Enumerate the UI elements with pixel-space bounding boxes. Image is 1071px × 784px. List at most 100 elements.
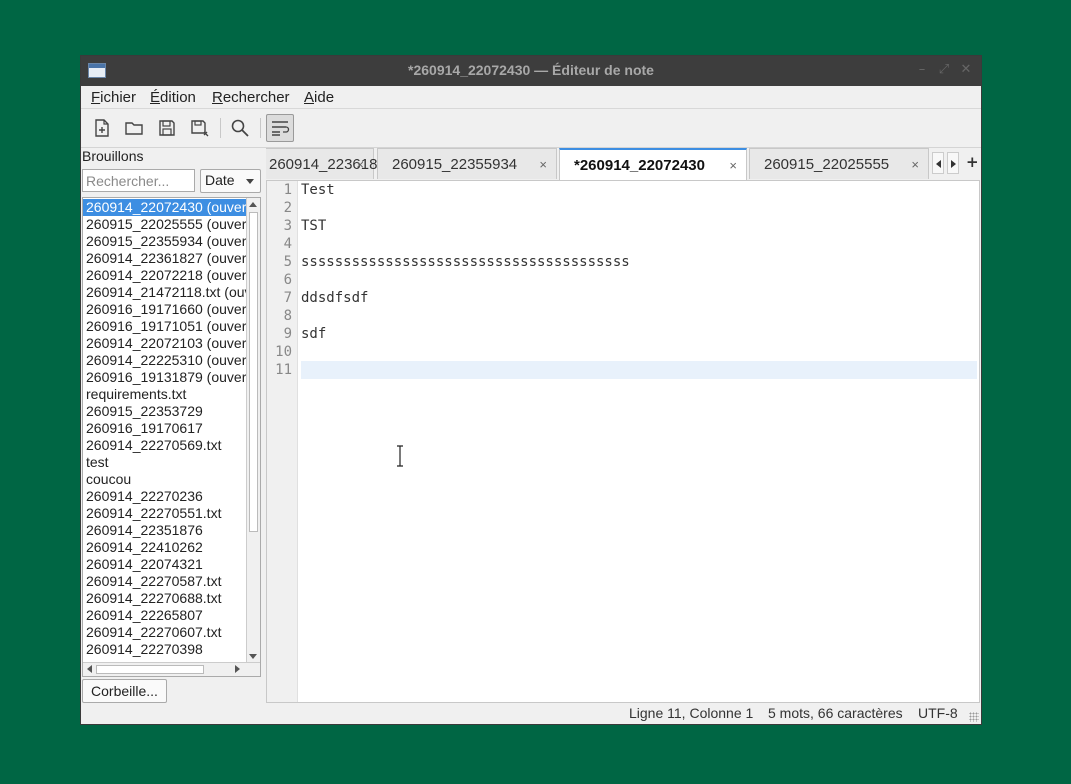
vertical-scrollbar[interactable] — [246, 198, 260, 663]
file-list[interactable]: 260914_22072430 (ouvert) 260915_22025555 … — [82, 197, 261, 677]
file-list-item[interactable]: 260914_22270569.txt — [83, 437, 247, 454]
sidebar-heading: Brouillons — [82, 148, 144, 164]
file-list-item[interactable]: 260914_22361827 (ouvert) — [83, 250, 247, 267]
line-number: 5 — [283, 254, 292, 270]
scroll-right-icon[interactable] — [235, 665, 240, 673]
file-list-item[interactable]: 260915_22025555 (ouvert) — [83, 216, 247, 233]
sort-select[interactable]: Date — [200, 169, 261, 193]
trash-button[interactable]: Corbeille... — [82, 679, 167, 703]
file-list-item[interactable]: 260914_22072430 (ouvert) — [83, 199, 247, 216]
word-wrap-icon[interactable] — [266, 114, 294, 142]
file-list-item[interactable]: 260914_22270236 — [83, 488, 247, 505]
file-list-item[interactable]: 260916_19171051 (ouvert) — [83, 318, 247, 335]
file-list-item[interactable]: 260914_22074321 — [83, 556, 247, 573]
new-document-icon[interactable] — [88, 114, 116, 142]
menu-help[interactable]: Aide — [304, 89, 334, 106]
tab-label: 260915_22355934 — [392, 156, 518, 173]
line-number: 10 — [275, 344, 292, 360]
file-list-item[interactable]: 260914_22270587.txt — [83, 573, 247, 590]
editor-text[interactable]: Test TST sssssssssssssssssssssssssssssssss… — [301, 181, 977, 379]
editor-line[interactable]: sdf — [301, 325, 977, 343]
resize-grip[interactable] — [969, 712, 979, 722]
tab-scroll-right-icon[interactable] — [947, 152, 959, 174]
file-list-item[interactable]: requirements.txt — [83, 386, 247, 403]
menu-edit[interactable]: Édition — [150, 89, 196, 106]
tab-bar: 260914_22361827 × 260915_22355934 × *260… — [266, 148, 981, 180]
file-list-item[interactable]: 260914_22270551.txt — [83, 505, 247, 522]
save-as-icon[interactable] — [186, 114, 214, 142]
file-list-item[interactable]: 260916_19171660 (ouvert) — [83, 301, 247, 318]
status-bar: Ligne 11, Colonne 1 5 mots, 66 caractère… — [81, 704, 981, 724]
tab-close-icon[interactable]: × — [356, 150, 364, 180]
file-list-item[interactable]: 260914_22265807 — [83, 607, 247, 624]
file-list-item[interactable]: coucou — [83, 471, 247, 488]
text-editor[interactable]: 1 2 3 4 5 6 7 8 9 10 11 Test TST sssssssssssssssssss… — [266, 180, 980, 703]
file-list-item[interactable]: 260914_22270398 — [83, 641, 247, 658]
menu-bar: Fichier Édition Rechercher Aide — [81, 86, 981, 109]
file-list-item[interactable]: 260914_21472118.txt (ouvert) — [83, 284, 247, 301]
file-list-rows: 260914_22072430 (ouvert) 260915_22025555 … — [83, 199, 247, 658]
line-number: 3 — [283, 218, 292, 234]
file-list-item[interactable]: 260914_22072218 (ouvert) — [83, 267, 247, 284]
file-list-item[interactable]: 260914_22270688.txt — [83, 590, 247, 607]
file-list-item[interactable]: 260914_22225310 (ouvert) — [83, 352, 247, 369]
tab-close-icon[interactable]: × — [911, 150, 919, 180]
editor-line[interactable]: Test — [301, 181, 977, 199]
file-list-item[interactable]: 260914_22072103 (ouvert) — [83, 335, 247, 352]
scrollbar-thumb[interactable] — [96, 665, 204, 674]
editor-line[interactable]: ddsdfsdf — [301, 289, 977, 307]
editor-line[interactable] — [301, 307, 977, 325]
line-number: 11 — [275, 362, 292, 378]
editor-line[interactable] — [301, 361, 977, 379]
editor-line[interactable]: sssssssssssssssssssssssssssssssssssssss — [301, 253, 977, 271]
editor-line[interactable] — [301, 199, 977, 217]
line-number: 1 — [283, 182, 292, 198]
file-list-item[interactable]: 260914_22270607.txt — [83, 624, 247, 641]
open-folder-icon[interactable] — [120, 114, 148, 142]
tab-active[interactable]: *260914_22072430 × — [559, 148, 747, 180]
scroll-up-icon[interactable] — [249, 202, 257, 207]
file-list-item[interactable]: 260914_22351876 — [83, 522, 247, 539]
editor-line[interactable] — [301, 343, 977, 361]
toolbar — [81, 109, 981, 148]
tab[interactable]: 260914_22361827 × — [266, 148, 394, 180]
sort-select-value: Date — [205, 172, 235, 188]
tab[interactable]: 260915_22355934 × — [377, 148, 557, 179]
editor-line[interactable] — [301, 271, 977, 289]
file-list-item[interactable]: 260915_22355934 (ouvert) — [83, 233, 247, 250]
tab-scroll-left-icon[interactable] — [932, 152, 944, 174]
save-icon[interactable] — [153, 114, 181, 142]
line-number: 9 — [283, 326, 292, 342]
cursor-position: Ligne 11, Colonne 1 — [629, 705, 754, 721]
file-list-item[interactable]: 260915_22353729 — [83, 403, 247, 420]
minimize-icon[interactable]: – — [914, 62, 930, 78]
menu-search[interactable]: Rechercher — [212, 89, 290, 106]
file-list-item[interactable]: 260916_19131879 (ouvert) — [83, 369, 247, 386]
new-tab-icon[interactable]: + — [966, 153, 979, 171]
title-bar[interactable]: *260914_22072430 — Éditeur de note – ⤢ ✕ — [81, 56, 981, 86]
maximize-icon[interactable]: ⤢ — [936, 62, 952, 78]
toolbar-separator — [260, 118, 261, 138]
file-list-item[interactable]: 260916_19170617 — [83, 420, 247, 437]
search-input[interactable] — [82, 169, 195, 192]
scrollbar-thumb[interactable] — [249, 212, 258, 532]
scroll-down-icon[interactable] — [249, 654, 257, 659]
tab-close-icon[interactable]: × — [729, 151, 737, 180]
editor-line[interactable] — [301, 235, 977, 253]
file-list-item[interactable]: 260914_22410262 — [83, 539, 247, 556]
close-icon[interactable]: ✕ — [958, 62, 974, 78]
encoding: UTF-8 — [918, 705, 958, 721]
file-list-item[interactable]: test — [83, 454, 247, 471]
chevron-down-icon — [246, 179, 254, 184]
tab-close-icon[interactable]: × — [539, 150, 547, 180]
search-icon[interactable] — [226, 114, 254, 142]
line-number: 7 — [283, 290, 292, 306]
editor-line[interactable]: TST — [301, 217, 977, 235]
horizontal-scrollbar[interactable] — [83, 662, 260, 676]
line-number: 6 — [283, 272, 292, 288]
tab[interactable]: 260915_22025555 × — [749, 148, 929, 179]
drafts-sidebar: Brouillons Date 260914_22072430 (ouvert)… — [81, 148, 263, 706]
toolbar-separator — [220, 118, 221, 138]
menu-file[interactable]: Fichier — [91, 89, 136, 106]
scroll-left-icon[interactable] — [87, 665, 92, 673]
